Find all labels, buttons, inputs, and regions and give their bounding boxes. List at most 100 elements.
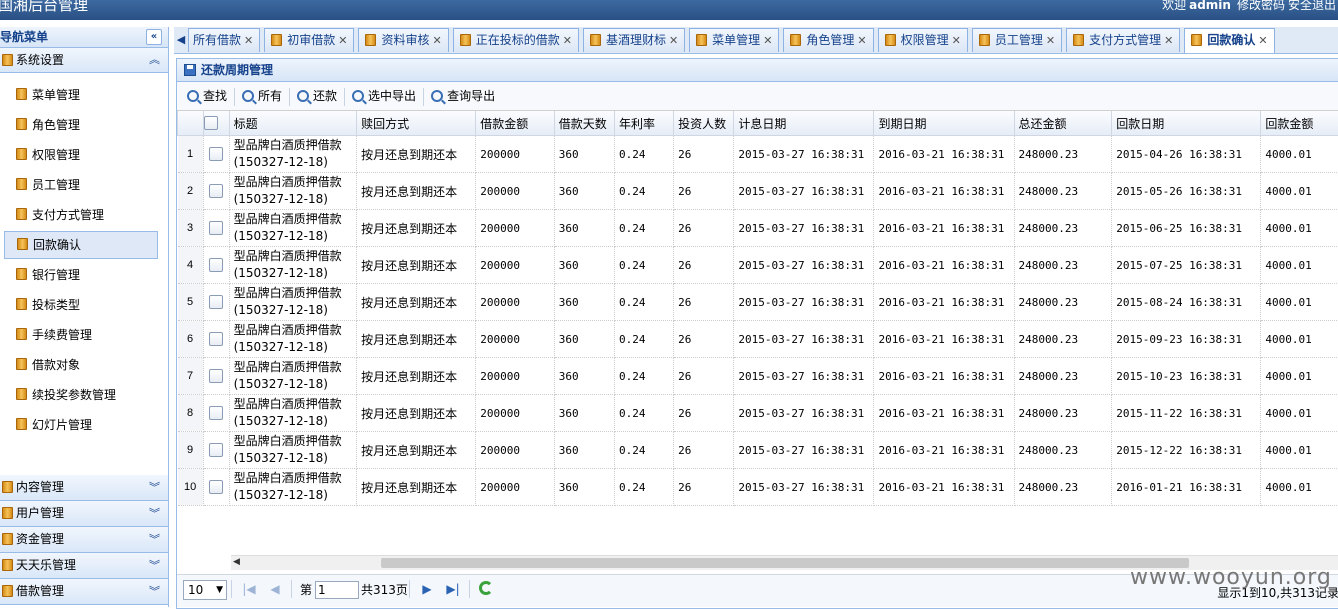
sidebar-item[interactable]: 借款对象 (4, 351, 158, 379)
tab[interactable]: 基酒理财标✕ (583, 28, 685, 52)
export-selected-label: 选中导出 (368, 89, 416, 103)
folder-icon (460, 34, 471, 46)
table-row[interactable]: 3型品牌白酒质押借款(150327-12-18)按月还息到期还本20000036… (178, 210, 1338, 247)
change-password-link[interactable]: 修改密码 (1237, 0, 1285, 12)
column-header[interactable]: 借款天数 (554, 111, 614, 136)
close-icon[interactable]: ✕ (1164, 34, 1173, 47)
close-icon[interactable]: ✕ (857, 34, 866, 47)
column-header[interactable]: 年利率 (614, 111, 673, 136)
tab[interactable]: 正在投标的借款✕ (453, 28, 579, 52)
table-row[interactable]: 8型品牌白酒质押借款(150327-12-18)按月还息到期还本20000036… (178, 395, 1338, 432)
table-row[interactable]: 10型品牌白酒质押借款(150327-12-18)按月还息到期还本2000003… (178, 469, 1338, 506)
tab[interactable]: 菜单管理✕ (689, 28, 779, 52)
column-header[interactable]: 借款金额 (476, 111, 554, 136)
tab[interactable]: 资料审核✕ (358, 28, 448, 52)
table-row[interactable]: 6型品牌白酒质押借款(150327-12-18)按月还息到期还本20000036… (178, 321, 1338, 358)
scroll-left-icon[interactable]: ◀ (233, 557, 240, 567)
row-checkbox[interactable] (209, 369, 223, 383)
close-icon[interactable]: ✕ (669, 34, 678, 47)
nav-section-system[interactable]: 系统设置 ︽ (0, 48, 168, 73)
data-table: 标题赎回方式借款金额借款天数年利率投资人数计息日期到期日期总还金额回款日期回款金… (177, 111, 1338, 506)
column-header[interactable]: 计息日期 (734, 111, 874, 136)
sidebar-item[interactable]: 员工管理 (4, 171, 158, 199)
scrollbar-thumb[interactable] (381, 558, 1189, 568)
close-icon[interactable]: ✕ (952, 34, 961, 47)
table-row[interactable]: 9型品牌白酒质押借款(150327-12-18)按月还息到期还本20000036… (178, 432, 1338, 469)
tab[interactable]: 所有借款✕ (188, 28, 260, 52)
row-checkbox[interactable] (209, 480, 223, 494)
column-header[interactable]: 投资人数 (674, 111, 734, 136)
tab[interactable]: 回款确认✕ (1184, 28, 1274, 54)
close-icon[interactable]: ✕ (338, 34, 347, 47)
nav-section[interactable]: 借款管理︾ (0, 579, 168, 605)
sidebar-item[interactable]: 角色管理 (4, 111, 158, 139)
tab[interactable]: 初审借款✕ (264, 28, 354, 52)
row-number: 7 (178, 358, 204, 395)
select-all-checkbox[interactable] (204, 116, 218, 130)
close-icon[interactable]: ✕ (432, 34, 441, 47)
cell-repay-amount: 4000.01 (1261, 321, 1338, 358)
refresh-icon[interactable] (479, 581, 493, 595)
logout-link[interactable]: 安全退出 (1288, 0, 1336, 12)
sidebar-item[interactable]: 续投奖参数管理 (4, 381, 158, 409)
collapse-sidebar-icon[interactable]: « (146, 29, 162, 45)
close-icon[interactable]: ✕ (244, 34, 253, 47)
repay-button[interactable]: 还款 (291, 83, 343, 109)
sidebar-item[interactable]: 银行管理 (4, 261, 158, 289)
row-checkbox[interactable] (209, 295, 223, 309)
sidebar-item[interactable]: 投标类型 (4, 291, 158, 319)
sidebar-item[interactable]: 支付方式管理 (4, 201, 158, 229)
column-header[interactable]: 到期日期 (874, 111, 1014, 136)
table-row[interactable]: 2型品牌白酒质押借款(150327-12-18)按月还息到期还本20000036… (178, 173, 1338, 210)
close-icon[interactable]: ✕ (1258, 34, 1267, 47)
nav-section[interactable]: 内容管理︾ (0, 475, 168, 501)
toolbar: 查找所有还款 选中导出查询导出 (177, 82, 1338, 111)
column-header[interactable]: 总还金额 (1014, 111, 1112, 136)
row-number: 9 (178, 432, 204, 469)
column-header[interactable]: 回款日期 (1112, 111, 1261, 136)
close-icon[interactable]: ✕ (1046, 34, 1055, 47)
table-row[interactable]: 4型品牌白酒质押借款(150327-12-18)按月还息到期还本20000036… (178, 247, 1338, 284)
export-selected-button[interactable]: 选中导出 (346, 83, 422, 109)
nav-section[interactable]: 资金管理︾ (0, 527, 168, 553)
tab[interactable]: 支付方式管理✕ (1066, 28, 1180, 52)
table-row[interactable]: 5型品牌白酒质押借款(150327-12-18)按月还息到期还本20000036… (178, 284, 1338, 321)
page-number-input[interactable]: 1 (315, 581, 359, 599)
find-button[interactable]: 查找 (181, 83, 233, 109)
last-page-icon[interactable]: ▶| (445, 580, 461, 598)
column-header[interactable]: 回款金额 (1261, 111, 1338, 136)
row-checkbox[interactable] (209, 443, 223, 457)
next-page-icon[interactable]: ▶ (419, 580, 435, 598)
tab[interactable]: 角色管理✕ (783, 28, 873, 52)
prev-page-icon[interactable]: ◀ (267, 580, 283, 598)
nav-section[interactable]: 用户管理︾ (0, 501, 168, 527)
tab-scroll-left-icon[interactable]: ◀ (174, 27, 188, 53)
sidebar-item[interactable]: 手续费管理 (4, 321, 158, 349)
table-row[interactable]: 7型品牌白酒质押借款(150327-12-18)按月还息到期还本20000036… (178, 358, 1338, 395)
close-icon[interactable]: ✕ (563, 34, 572, 47)
export-query-button[interactable]: 查询导出 (425, 83, 501, 109)
sidebar-item[interactable]: 回款确认 (4, 231, 158, 259)
tab[interactable]: 权限管理✕ (878, 28, 968, 52)
pager-separator (291, 580, 292, 598)
row-checkbox[interactable] (209, 184, 223, 198)
first-page-icon[interactable]: |◀ (241, 580, 257, 598)
all-button[interactable]: 所有 (236, 83, 288, 109)
row-checkbox[interactable] (209, 147, 223, 161)
row-checkbox[interactable] (209, 332, 223, 346)
page-size-select[interactable]: 10▼ (183, 580, 227, 600)
column-header[interactable]: 赎回方式 (357, 111, 476, 136)
close-icon[interactable]: ✕ (763, 34, 772, 47)
nav-section[interactable]: 天天乐管理︾ (0, 553, 168, 579)
tab[interactable]: 员工管理✕ (972, 28, 1062, 52)
sidebar-item[interactable]: 权限管理 (4, 141, 158, 169)
table-row[interactable]: 1型品牌白酒质押借款(150327-12-18)按月还息到期还本20000036… (178, 136, 1338, 173)
row-checkbox[interactable] (209, 258, 223, 272)
row-checkbox[interactable] (209, 221, 223, 235)
nav-section-label: 内容管理 (16, 480, 64, 494)
sidebar-item-label: 幻灯片管理 (32, 418, 92, 432)
sidebar-item[interactable]: 菜单管理 (4, 81, 158, 109)
column-header[interactable]: 标题 (229, 111, 357, 136)
sidebar-item[interactable]: 幻灯片管理 (4, 411, 158, 439)
row-checkbox[interactable] (209, 406, 223, 420)
